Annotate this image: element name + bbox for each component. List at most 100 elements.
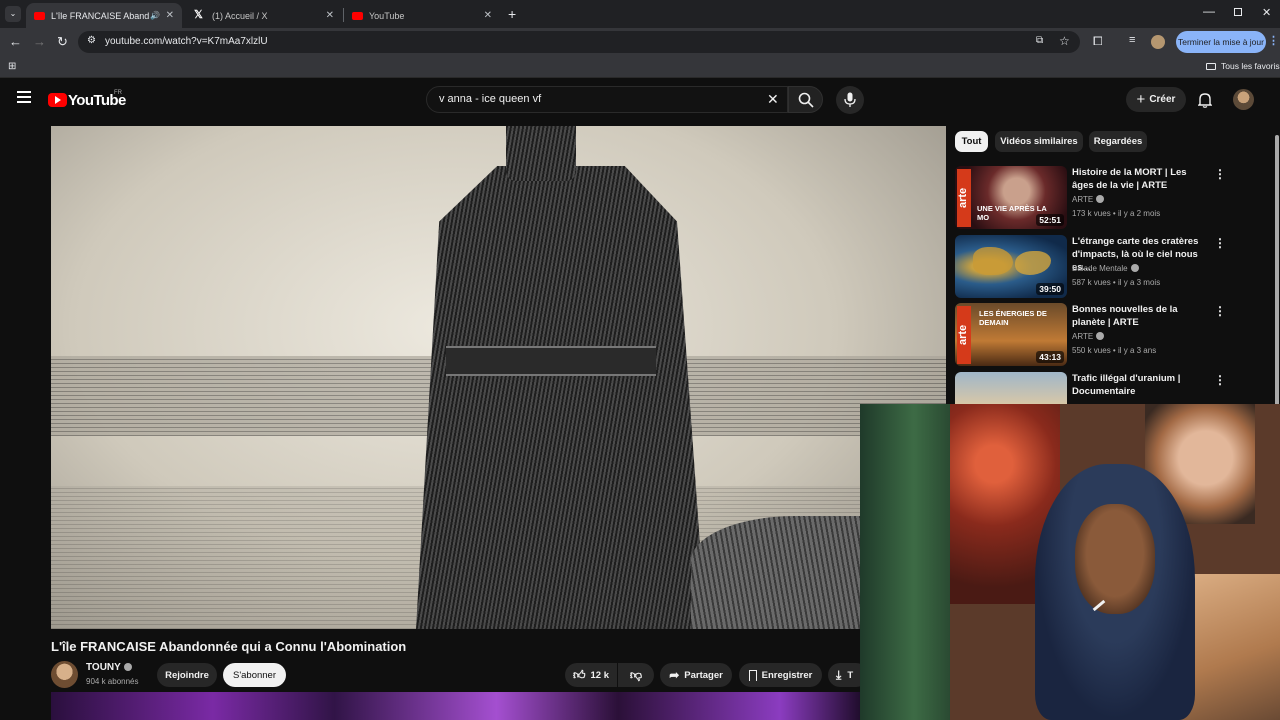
chip-all[interactable]: Tout (955, 131, 988, 152)
recommendation-thumbnail[interactable]: 39:50 (955, 235, 1067, 298)
clear-search-icon[interactable]: ✕ (767, 91, 779, 108)
search-input[interactable]: v anna - ice queen vf ✕ (426, 86, 788, 113)
address-bar[interactable]: ⚙ youtube.com/watch?v=K7mAa7xlzlU ⧉ ☆ (78, 31, 1080, 53)
tab-youtube-video[interactable]: L'île FRANCAISE Abandonnée qui a Connu l… (26, 3, 182, 28)
hamburger-menu-icon[interactable] (17, 91, 31, 103)
update-button[interactable]: Terminer la mise à jour (1176, 31, 1266, 53)
new-tab-button[interactable]: + (508, 6, 516, 22)
subscriber-count: 904 k abonnés (86, 677, 139, 686)
menu-kebab-icon[interactable]: ⋮ (1268, 34, 1279, 47)
arte-logo: arte (957, 169, 971, 227)
page-scrollbar[interactable] (1275, 135, 1279, 410)
video-figure-belt (446, 346, 656, 376)
all-bookmarks-folder[interactable]: Tous les favoris (1206, 61, 1280, 71)
more-actions-icon[interactable]: ⋮ (1214, 304, 1226, 318)
thumbnail-overlay-text: LES ÉNERGIES DE DEMAIN (979, 309, 1047, 327)
tab-title: YouTube (369, 10, 405, 21)
webcam-person-face (1075, 504, 1155, 614)
plus-icon: + (1136, 91, 1146, 108)
recommendation-title[interactable]: Histoire de la MORT | Les âges de la vie… (1072, 166, 1210, 192)
close-window-button[interactable]: ✕ (1262, 6, 1271, 19)
recommendation-meta: 550 k vues • il y a 3 ans (1072, 346, 1157, 355)
close-icon[interactable]: ✕ (484, 10, 492, 21)
profile-avatar[interactable] (1151, 35, 1165, 49)
download-label: T (847, 669, 854, 681)
speaker-icon[interactable]: 🔊 (150, 11, 160, 20)
description-banner-image (51, 692, 861, 720)
minimize-button[interactable]: — (1203, 4, 1215, 18)
notifications-bell-icon[interactable] (1198, 92, 1212, 108)
more-actions-icon[interactable]: ⋮ (1214, 167, 1226, 181)
recommendation-meta: 173 k vues • il y a 2 mois (1072, 209, 1161, 218)
voice-search-button[interactable] (836, 86, 864, 114)
youtube-icon (352, 11, 363, 20)
recommendation-channel[interactable]: Balade Mentale (1072, 264, 1139, 273)
join-button[interactable]: Rejoindre (157, 663, 217, 687)
video-duration: 43:13 (1036, 351, 1064, 363)
recommendation-channel[interactable]: ARTE (1072, 332, 1105, 341)
create-label: Créer (1149, 94, 1176, 105)
video-title: L'île FRANCAISE Abandonnée qui a Connu l… (51, 639, 407, 654)
search-button[interactable] (788, 86, 823, 113)
verified-icon (1096, 195, 1105, 203)
apps-grid-icon[interactable]: ⊞ (8, 61, 16, 72)
recommendation-thumbnail[interactable]: arte UNE VIE APRÈS LA MO 52:51 (955, 166, 1067, 229)
recommendation-thumbnail[interactable]: arte LES ÉNERGIES DE DEMAIN 43:13 (955, 303, 1067, 366)
maximize-button[interactable] (1234, 8, 1242, 16)
download-icon: ⤓ (836, 667, 842, 682)
thumbs-up-icon: 👍︎ (572, 667, 586, 682)
close-icon[interactable]: ✕ (166, 10, 174, 21)
tab-search-icon[interactable]: ⌄ (5, 6, 21, 22)
save-label: Enregistrer (761, 669, 813, 681)
video-player[interactable] (51, 126, 946, 629)
verified-icon (1130, 264, 1139, 272)
youtube-logo-icon[interactable] (48, 93, 67, 107)
share-label: Partager (684, 669, 723, 681)
webcam-overlay (860, 404, 1280, 720)
all-bookmarks-label: Tous les favoris (1221, 61, 1280, 71)
share-arrow-icon: ➦ (669, 668, 680, 682)
search-query[interactable]: v anna - ice queen vf (439, 93, 541, 105)
video-duration: 39:50 (1036, 283, 1064, 295)
like-count: 12 k (590, 669, 610, 681)
world-map-shape (973, 247, 1013, 275)
save-button[interactable]: Enregistrer (739, 663, 822, 687)
back-icon[interactable]: ← (9, 35, 22, 49)
thumbs-down-icon: 👎︎ (629, 667, 643, 682)
bookmark-icon (748, 669, 757, 681)
chip-watched[interactable]: Regardées (1089, 131, 1147, 152)
create-button[interactable]: + Créer (1126, 87, 1186, 112)
more-actions-icon[interactable]: ⋮ (1214, 236, 1226, 250)
verified-icon (123, 663, 132, 671)
dislike-button[interactable]: 👎︎ (618, 663, 654, 687)
chip-similar[interactable]: Vidéos similaires (995, 131, 1083, 152)
recommendation-thumbnail[interactable] (955, 372, 1067, 404)
site-info-icon[interactable]: ⚙ (87, 35, 96, 46)
close-icon[interactable]: ✕ (326, 10, 334, 21)
install-app-icon[interactable]: ⧉ (1036, 35, 1043, 46)
bookmark-star-icon[interactable]: ☆ (1059, 34, 1070, 48)
bookmarks-bar: ⊞ Tous les favoris (0, 56, 1280, 78)
like-button[interactable]: 👍︎ 12 k (565, 663, 617, 687)
account-avatar[interactable] (1233, 89, 1254, 110)
subscribe-button[interactable]: S'abonner (223, 663, 286, 687)
reload-icon[interactable]: ↻ (57, 35, 68, 49)
tab-youtube-home[interactable]: YouTube ✕ (344, 3, 500, 28)
microphone-icon (844, 92, 856, 107)
extensions-icon[interactable]: ⧠ (1093, 34, 1103, 49)
forward-icon[interactable]: → (33, 35, 46, 49)
recommendation-title[interactable]: Bonnes nouvelles de la planète | ARTE (1072, 303, 1210, 329)
reading-list-icon[interactable]: ≡ (1129, 34, 1135, 46)
arte-logo: arte (957, 306, 971, 364)
recommendation-title[interactable]: Trafic illégal d'uranium | Documentaire (1072, 372, 1210, 398)
recommendation-meta: 587 k vues • il y a 3 mois (1072, 278, 1161, 287)
channel-name[interactable]: TOUNY (86, 662, 132, 673)
url-text[interactable]: youtube.com/watch?v=K7mAa7xlzlU (105, 36, 268, 47)
more-actions-icon[interactable]: ⋮ (1214, 373, 1226, 387)
channel-avatar[interactable] (51, 661, 78, 688)
tab-title: L'île FRANCAISE Abandonnée qui a Connu l… (51, 10, 149, 21)
share-button[interactable]: ➦ Partager (660, 663, 732, 687)
tab-x-home[interactable]: 𝕏 (1) Accueil / X ✕ (186, 3, 342, 28)
recommendation-channel[interactable]: ARTE (1072, 195, 1105, 204)
world-map-shape (1015, 251, 1051, 275)
